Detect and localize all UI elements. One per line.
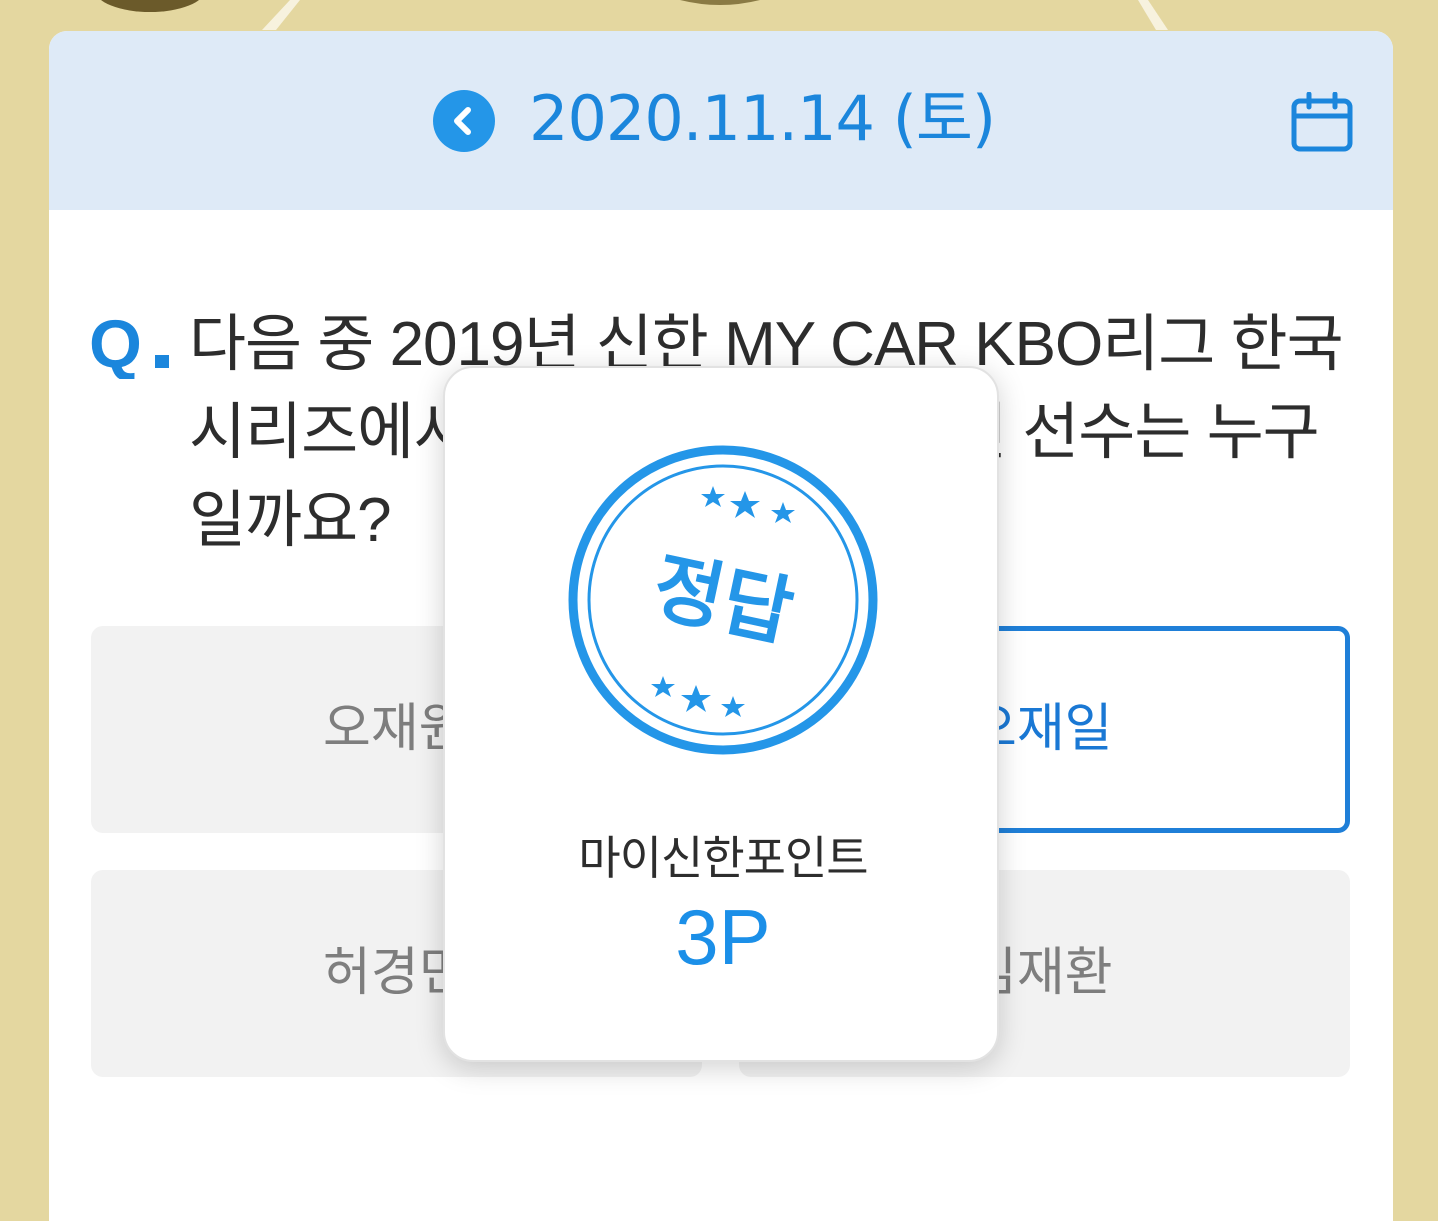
previous-day-button[interactable] <box>433 90 495 152</box>
stamp-text: 정답 <box>645 541 800 657</box>
points-value: 3P <box>675 893 771 981</box>
points-label: 마이신한포인트 <box>578 832 868 884</box>
background-decoration <box>101 0 1168 30</box>
svg-text:Q: Q <box>89 309 142 379</box>
correct-stamp-icon: 정답 <box>568 445 878 755</box>
chevron-left-icon <box>454 107 471 135</box>
question-q-icon: Q <box>89 309 169 379</box>
calendar-button[interactable] <box>1291 91 1353 152</box>
date-header: 2020.11.14 (토) <box>49 31 1393 210</box>
calendar-icon <box>1291 91 1353 152</box>
current-date: 2020.11.14 (토) <box>529 82 996 155</box>
correct-answer-popup[interactable]: 정답 마이신한포인트 3P <box>443 366 999 1062</box>
